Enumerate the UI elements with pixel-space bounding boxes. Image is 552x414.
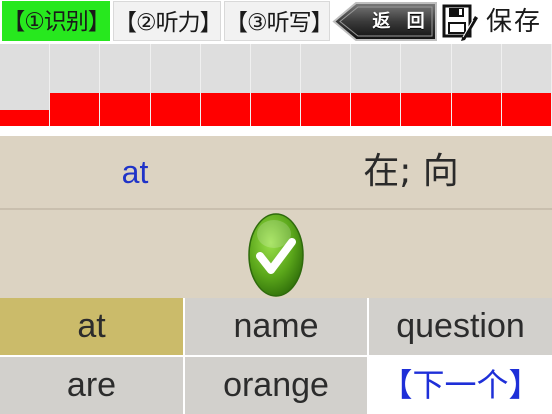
progress-cell xyxy=(201,44,251,126)
progress-cell-fill xyxy=(201,93,250,126)
option-orange[interactable]: orange xyxy=(185,357,367,414)
result-area xyxy=(0,212,552,298)
back-button[interactable]: 返 回 xyxy=(332,1,438,42)
progress-cell xyxy=(151,44,201,126)
check-icon xyxy=(248,213,304,297)
progress-cell-fill xyxy=(151,93,200,126)
tab-listening[interactable]: 【②听力】 xyxy=(113,1,223,41)
progress-cell-fill xyxy=(502,93,551,126)
progress-cell-fill xyxy=(100,93,150,126)
progress-cell xyxy=(502,44,552,126)
tab-dictation[interactable]: 【③听写】 xyxy=(224,1,334,41)
progress-cell xyxy=(401,44,452,126)
progress-cell-fill xyxy=(301,93,350,126)
progress-cell-fill xyxy=(0,110,49,126)
tab-recognize-label: 【①识别】 xyxy=(2,9,111,35)
progress-cell xyxy=(301,44,351,126)
tab-listening-label: 【②听力】 xyxy=(114,10,223,36)
english-word: at xyxy=(121,154,149,190)
progress-cell-fill xyxy=(401,93,451,126)
progress-cell xyxy=(50,44,100,126)
option-name[interactable]: name xyxy=(185,298,367,355)
back-button-label: 返 回 xyxy=(372,11,430,32)
progress-cell-fill xyxy=(351,93,400,126)
answer-options: at name question are orange 【下一个】 xyxy=(0,298,552,414)
progress-cell-fill xyxy=(50,93,99,126)
save-button-label: 保存 xyxy=(486,7,543,37)
next-button[interactable]: 【下一个】 xyxy=(369,357,552,414)
progress-cell xyxy=(452,44,502,126)
option-at[interactable]: at xyxy=(0,298,183,355)
progress-grid xyxy=(0,44,552,126)
progress-cell-fill xyxy=(251,93,300,126)
progress-separator xyxy=(0,126,552,136)
progress-cell xyxy=(100,44,151,126)
progress-cell xyxy=(0,44,50,126)
word-row: at 在; 向 xyxy=(0,136,552,210)
tab-dictation-label: 【③听写】 xyxy=(225,10,334,36)
option-are[interactable]: are xyxy=(0,357,183,414)
progress-cell xyxy=(251,44,301,126)
progress-cell xyxy=(351,44,401,126)
save-button[interactable]: 保存 xyxy=(440,0,552,44)
tab-recognize[interactable]: 【①识别】 xyxy=(2,1,111,41)
option-question[interactable]: question xyxy=(369,298,552,355)
progress-cell-fill xyxy=(452,93,501,126)
save-edit-icon xyxy=(442,4,478,41)
top-toolbar: 【①识别】 【②听力】 【③听写】 返 回 保存 xyxy=(0,0,552,44)
chinese-meaning: 在; 向 xyxy=(363,151,459,192)
